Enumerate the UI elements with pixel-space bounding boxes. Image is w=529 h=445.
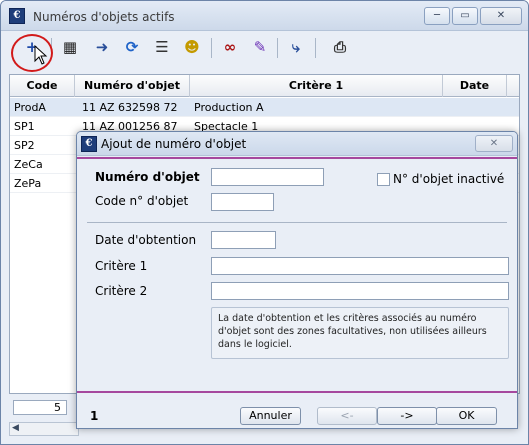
date-label: Date d'obtention	[95, 233, 197, 247]
glasses-icon: ∞	[223, 38, 237, 56]
mouse-cursor-icon	[34, 45, 48, 65]
clapper-button[interactable]: ▦	[59, 35, 81, 59]
app-icon: €	[9, 8, 25, 24]
close-button[interactable]: ✕	[480, 7, 522, 25]
cell-code: SP1	[14, 120, 35, 133]
scroll-left-icon[interactable]: ◀	[12, 423, 19, 433]
redirect-icon: ⤷	[291, 38, 301, 56]
add-object-dialog: € Ajout de numéro d'objet ✕ Numéro d'obj…	[76, 131, 518, 429]
inactive-label: N° d'objet inactivé	[393, 172, 505, 186]
cell-critere1: Production A	[194, 101, 264, 114]
code-input[interactable]	[211, 193, 274, 211]
critere2-input[interactable]	[211, 282, 509, 300]
window-title: Numéros d'objets actifs	[33, 10, 175, 24]
accent-bar-bottom	[77, 391, 517, 393]
info-note: La date d'obtention et les critères asso…	[211, 307, 509, 359]
cell-code: ProdA	[14, 101, 46, 114]
previous-button[interactable]: <-	[317, 407, 377, 425]
dialog-title: Ajout de numéro d'objet	[101, 137, 247, 151]
dialog-close-button[interactable]: ✕	[475, 135, 513, 152]
cell-code: SP2	[14, 139, 35, 152]
pencil-icon: ✎	[253, 38, 267, 56]
cell-code: ZePa	[14, 177, 42, 190]
view-button[interactable]: ∞	[219, 35, 241, 59]
critere1-label: Critère 1	[95, 259, 148, 273]
list-button[interactable]: ☰	[151, 35, 173, 59]
cancel-button[interactable]: Annuler	[240, 407, 301, 425]
column-header-date[interactable]: Date	[443, 75, 507, 97]
column-header-numero[interactable]: Numéro d'objet	[75, 75, 190, 97]
critere1-input[interactable]	[211, 257, 509, 275]
cell-numero: 11 AZ 632598 72	[82, 101, 178, 114]
column-header-code[interactable]: Code	[10, 75, 75, 97]
print-button[interactable]: ⎙	[329, 35, 351, 59]
page-number: 1	[90, 409, 99, 423]
user-badge-icon: ☻	[184, 38, 200, 56]
column-header-critere1[interactable]: Critère 1	[190, 75, 443, 97]
app-icon: €	[81, 136, 97, 152]
code-label: Code n° d'objet	[95, 194, 189, 208]
table-row[interactable]: ProdA 11 AZ 632598 72 Production A	[10, 98, 519, 117]
printer-icon: ⎙	[333, 38, 346, 56]
title-bar[interactable]: € Numéros d'objets actifs ─ ▭ ✕	[1, 1, 528, 31]
dialog-title-bar[interactable]: € Ajout de numéro d'objet ✕	[77, 132, 517, 156]
maximize-button[interactable]: ▭	[452, 7, 478, 25]
ok-button[interactable]: OK	[436, 407, 497, 425]
record-count: 5	[13, 400, 67, 415]
redirect-button[interactable]: ⤷	[285, 35, 307, 59]
toolbar: + ▦ ➜ ⟳ ☰ ☻ ∞ ✎ ⤷ ⎙	[9, 35, 359, 63]
list-icon: ☰	[155, 38, 169, 56]
refresh-icon: ⟳	[125, 38, 139, 56]
cell-code: ZeCa	[14, 158, 43, 171]
critere2-label: Critère 2	[95, 284, 148, 298]
edit-button[interactable]: ✎	[249, 35, 271, 59]
film-clapper-icon: ▦	[62, 38, 78, 56]
accent-bar	[77, 157, 517, 159]
numero-label: Numéro d'objet	[95, 170, 200, 184]
divider	[87, 222, 507, 223]
inactive-checkbox[interactable]	[377, 173, 390, 186]
horizontal-scrollbar[interactable]: ◀	[9, 422, 79, 436]
import-button[interactable]: ➜	[91, 35, 113, 59]
date-input[interactable]	[211, 231, 276, 249]
user-badge-button[interactable]: ☻	[181, 35, 203, 59]
minimize-button[interactable]: ─	[424, 7, 450, 25]
numero-input[interactable]	[211, 168, 324, 186]
table-header: Code Numéro d'objet Critère 1 Date	[10, 75, 519, 97]
refresh-button[interactable]: ⟳	[121, 35, 143, 59]
next-button[interactable]: ->	[377, 407, 437, 425]
import-icon: ➜	[95, 38, 109, 56]
